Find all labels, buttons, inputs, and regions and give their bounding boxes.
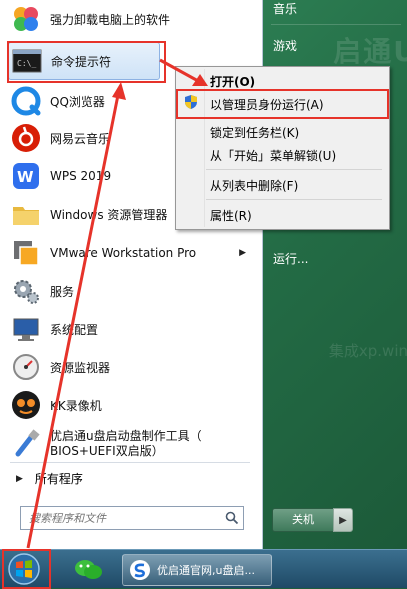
annotation-arrows bbox=[26, 58, 208, 549]
